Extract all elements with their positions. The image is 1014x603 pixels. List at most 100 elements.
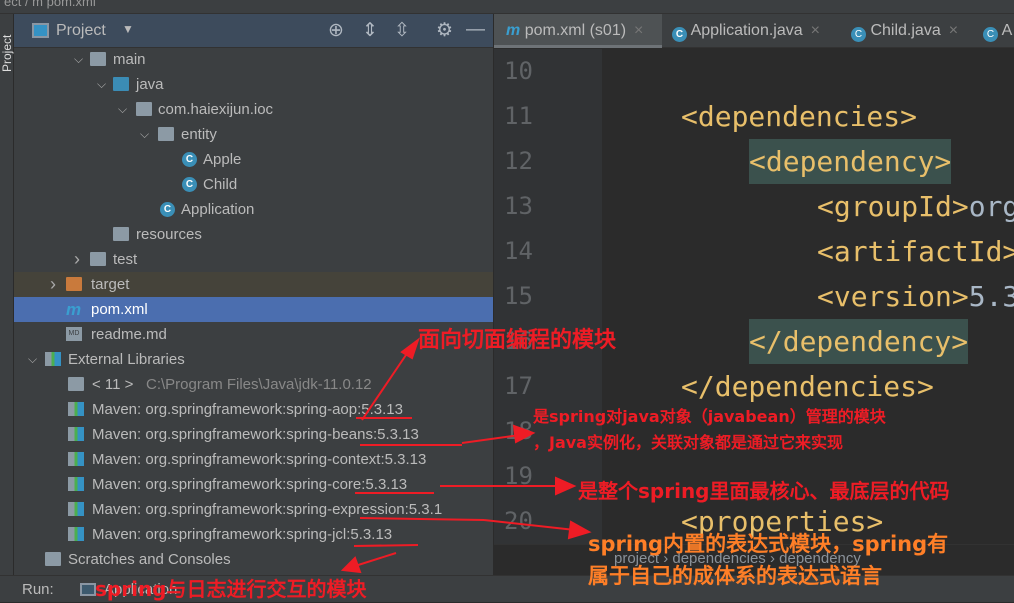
xml-tag: <dependencies> <box>681 100 918 133</box>
tree-item[interactable]: C Child <box>14 172 493 197</box>
tree-item-label: Apple <box>203 151 242 168</box>
annotation-expression-line1: spring内置的表达式模块，spring有 <box>588 532 949 556</box>
tab-label: Child.java <box>870 22 941 39</box>
main-class-icon: C <box>672 27 687 42</box>
markdown-icon: MD <box>66 327 82 341</box>
annotation-jcl: spring与日志进行交互的模块 <box>95 577 367 601</box>
tab-truncated[interactable]: C A <box>983 14 1012 48</box>
close-icon[interactable]: × <box>634 22 643 39</box>
tree-item[interactable]: m pom.xml <box>14 297 493 322</box>
tree-item[interactable]: Maven: org.springframework:spring-contex… <box>14 447 493 472</box>
tree-item[interactable]: ⌵ com.haiexijun.ioc <box>14 97 493 122</box>
gear-icon[interactable]: ⚙ <box>436 19 453 42</box>
tree-item[interactable]: < 11 > C:\Program Files\Java\jdk-11.0.12 <box>14 372 493 397</box>
chevron-right-icon[interactable]: › <box>74 247 80 272</box>
tree-item[interactable]: ⌵ main <box>14 47 493 72</box>
nav-breadcrumb[interactable]: ect / m pom.xml <box>4 0 96 9</box>
line-number: 15 <box>504 282 533 310</box>
tree-item[interactable]: C Apple <box>14 147 493 172</box>
tree-item[interactable]: Maven: org.springframework:spring-core:5… <box>14 472 493 497</box>
xml-tag: <dependency> <box>749 145 952 178</box>
tree-item[interactable]: Scratches and Consoles <box>14 547 493 572</box>
annotation-expression-line2: 属于自己的成体系的表达式语言 <box>588 564 882 588</box>
tab-application-java[interactable]: C Application.java × <box>672 14 820 48</box>
library-icon <box>68 502 84 516</box>
chevron-down-icon[interactable]: ⌵ <box>28 347 37 372</box>
tab-child-java[interactable]: C Child.java × <box>851 14 958 48</box>
tree-item-label: External Libraries <box>68 351 185 368</box>
annotation-core: 是整个spring里面最核心、最底层的代码 <box>578 479 950 503</box>
project-tool-button[interactable]: Project <box>0 30 14 72</box>
tree-item[interactable]: Maven: org.springframework:spring-jcl:5.… <box>14 522 493 547</box>
maven-icon: m <box>506 22 521 39</box>
tree-item[interactable]: Maven: org.springframework:spring-aop:5.… <box>14 397 493 422</box>
code-line[interactable]: <dependencies> <box>681 94 917 139</box>
library-icon <box>68 477 84 491</box>
chevron-down-icon[interactable]: ⌵ <box>118 97 127 122</box>
tree-item-label: Child <box>203 176 238 193</box>
tool-window-stripe: Project <box>0 14 14 575</box>
chevron-down-icon[interactable]: ⌵ <box>140 122 149 147</box>
xml-tag: <artifactId> <box>817 235 1014 268</box>
tree-item-label: com.haiexijun.ioc <box>158 101 274 118</box>
package-icon <box>136 102 152 116</box>
annotation-aop: 面向切面编程的模块 <box>418 328 617 353</box>
code-line[interactable]: <dependency> <box>749 139 952 184</box>
tree-item[interactable]: Maven: org.springframework:spring-beans:… <box>14 422 493 447</box>
tree-item[interactable]: C Application <box>14 197 493 222</box>
run-window-icon <box>80 583 96 596</box>
close-icon[interactable]: × <box>811 22 820 39</box>
locate-icon[interactable]: ⊕ <box>328 19 344 42</box>
tree-item[interactable]: › test <box>14 247 493 272</box>
library-icon <box>68 452 84 466</box>
minimize-icon[interactable]: — <box>466 19 485 41</box>
code-line[interactable]: <artifactId> <box>817 229 1014 274</box>
tab-pom-xml[interactable]: m pom.xml (s01) × <box>494 14 662 48</box>
xml-tag: <version> <box>817 280 969 313</box>
tree-item-label: Maven: org.springframework:spring-beans:… <box>92 426 419 443</box>
tree-item[interactable]: resources <box>14 222 493 247</box>
tree-item-label: target <box>91 276 130 293</box>
tree-item[interactable]: Maven: org.springframework:spring-expres… <box>14 497 493 522</box>
project-panel: Project ▼ ⊕ ⇕ ⇳ ⚙ — ⌵ main ⌵ java ⌵ com.haiex… <box>14 14 503 575</box>
line-number: 18 <box>504 417 533 445</box>
libraries-icon <box>45 352 61 366</box>
annotation-beans-line1: 是spring对java对象（javabean）管理的模块 <box>533 407 886 426</box>
project-view-selector[interactable]: Project <box>56 22 106 40</box>
tree-item-label: Maven: org.springframework:spring-expres… <box>92 501 443 518</box>
class-icon: C <box>983 27 998 42</box>
chevron-down-icon[interactable]: ⌵ <box>97 72 106 97</box>
code-line[interactable]: </dependency> <box>749 319 969 364</box>
scratches-icon <box>45 552 61 566</box>
code-line[interactable]: <groupId>org <box>817 184 1014 229</box>
tree-item-label: readme.md <box>91 326 167 343</box>
class-icon: C <box>182 177 197 192</box>
collapse-all-icon[interactable]: ⇳ <box>394 19 410 42</box>
tree-item-label: Maven: org.springframework:spring-jcl:5.… <box>92 526 393 543</box>
tree-item[interactable]: ⌵ entity <box>14 122 493 147</box>
tree-item-label: test <box>113 251 138 268</box>
close-icon[interactable]: × <box>949 22 958 39</box>
jdk-icon <box>68 377 84 391</box>
expand-all-icon[interactable]: ⇕ <box>362 19 378 42</box>
tree-item-label: Maven: org.springframework:spring-contex… <box>92 451 427 468</box>
tab-label: pom.xml (s01) <box>524 22 627 39</box>
line-number: 17 <box>504 372 533 400</box>
resources-folder-icon <box>113 227 129 241</box>
tree-item-label: resources <box>136 226 202 243</box>
tree-item-label: Scratches and Consoles <box>68 551 231 568</box>
chevron-right-icon[interactable]: › <box>50 272 56 297</box>
project-window-icon <box>32 23 49 38</box>
tree-item-label: Maven: org.springframework:spring-aop:5.… <box>92 401 403 418</box>
folder-icon <box>90 52 106 66</box>
library-icon <box>68 427 84 441</box>
tree-item[interactable]: › target <box>14 272 493 297</box>
line-number: 13 <box>504 192 533 220</box>
chevron-down-icon[interactable]: ⌵ <box>74 47 83 72</box>
code-line[interactable]: <version>5.3 <box>817 274 1014 319</box>
tree-item[interactable]: ⌵ java <box>14 72 493 97</box>
tree-item-label: < 11 > <box>92 376 134 393</box>
class-icon: C <box>851 27 866 42</box>
chevron-down-icon[interactable]: ▼ <box>122 22 134 36</box>
line-number: 10 <box>504 57 533 85</box>
